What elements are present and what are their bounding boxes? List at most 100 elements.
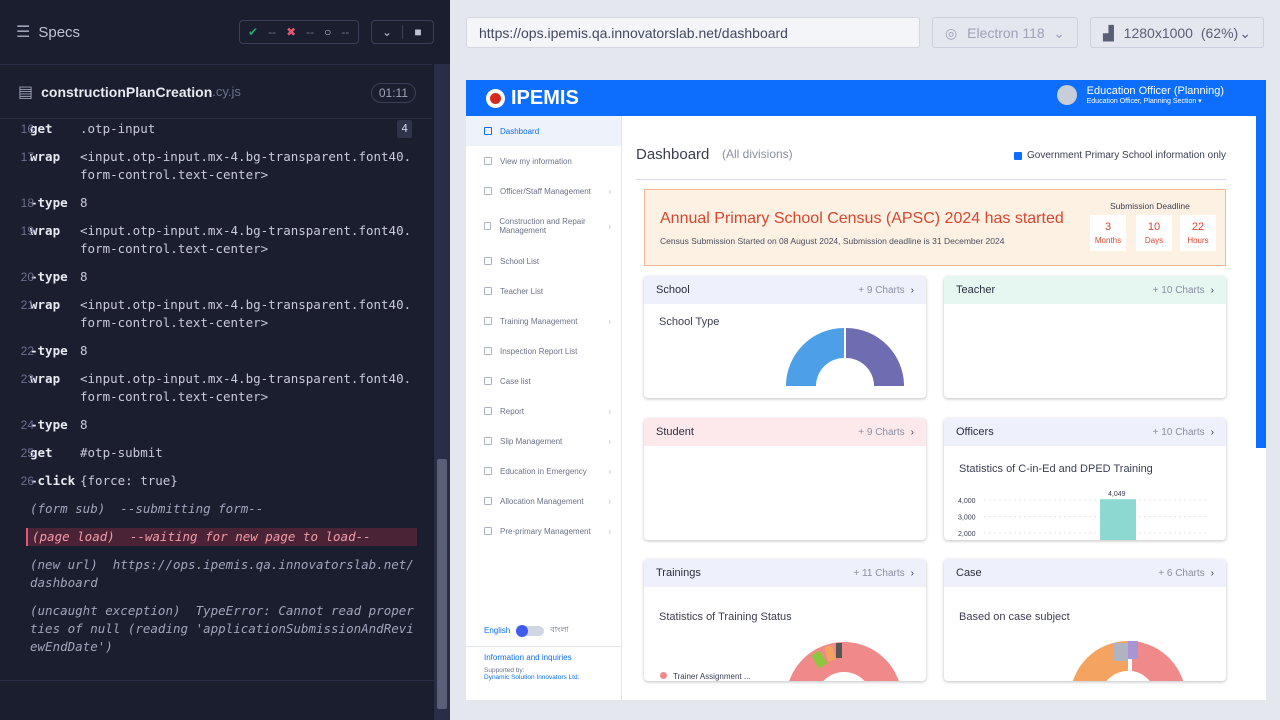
new-url-row[interactable]: (new url) https://ops.ipemis.qa.innovato… <box>30 556 417 592</box>
sidebar-item-label: Education in Emergency <box>500 466 587 476</box>
menu-icon <box>484 287 492 295</box>
divider <box>636 179 1226 180</box>
url-bar[interactable]: https://ops.ipemis.qa.innovatorslab.net/… <box>466 17 920 48</box>
sidebar-item[interactable]: Slip Management › <box>466 426 621 456</box>
user-menu[interactable]: Education Officer (Planning) Education O… <box>1056 85 1224 105</box>
menu-icon <box>484 527 492 535</box>
trainings-card[interactable]: Trainings + 11 Charts › Statistics of Trai… <box>644 559 926 681</box>
sidebar-item-label: Construction and Repair Management <box>499 217 586 235</box>
chart-count[interactable]: + 10 Charts › <box>1153 427 1214 438</box>
line-number: 26 <box>20 474 34 488</box>
chart-count[interactable]: + 11 Charts › <box>853 568 914 579</box>
supporter-link[interactable]: Dynamic Solution Innovators Ltd. <box>484 674 604 681</box>
log-message: 8 <box>80 269 88 284</box>
chevron-right-icon: › <box>608 526 611 536</box>
log-command: -type <box>30 343 68 358</box>
menu-icon <box>484 127 492 135</box>
menu-icon <box>484 317 492 325</box>
chart-count[interactable]: + 9 Charts › <box>858 285 914 296</box>
log-row[interactable]: 21 wrap <input.otp-input.mx-4.bg-transpare… <box>21 296 417 332</box>
sidebar-item[interactable]: Construction and Repair Management › <box>466 206 621 246</box>
log-message: <input.otp-input.mx-4.bg-transparent.fon… <box>80 149 412 182</box>
log-row[interactable]: 17 wrap <input.otp-input.mx-4.bg-transpare… <box>21 148 417 184</box>
chart-count[interactable]: + 6 Charts › <box>1158 568 1214 579</box>
log-message: (uncaught exception) TypeError: Cannot r… <box>30 603 414 654</box>
log-row[interactable]: 24 -type 8 <box>21 416 417 434</box>
sidebar-item[interactable]: Officer/Staff Management › <box>466 176 621 206</box>
sidebar-item[interactable]: Report › <box>466 396 621 426</box>
menu-icon <box>484 437 492 445</box>
sidebar-item-label: Allocation Management <box>500 496 584 506</box>
browser-name: Electron 118 <box>967 25 1045 41</box>
info-footer: Information and inquiries Supported by: … <box>466 646 622 687</box>
viewport-selector[interactable]: ▟ 1280x1000 (62%) ⌄ <box>1090 17 1264 48</box>
menu-icon <box>484 222 492 230</box>
case-card[interactable]: Case + 6 Charts › Based on case subject <box>944 559 1226 681</box>
log-command: get <box>30 121 53 136</box>
page-subtitle: (All divisions) <box>722 147 793 161</box>
sidebar-item-label: View my information <box>500 156 572 166</box>
sidebar-item[interactable]: View my information <box>466 146 621 176</box>
school-card[interactable]: School + 9 Charts › School Type <box>644 276 926 398</box>
sidebar-item-label: Pre-primary Management <box>500 526 591 536</box>
scroll-thumb[interactable] <box>437 459 447 709</box>
log-command: -type <box>30 269 68 284</box>
log-row[interactable]: 20 -type 8 <box>21 268 417 286</box>
sidebar-item[interactable]: Pre-primary Management › <box>466 516 621 546</box>
student-card[interactable]: Student + 9 Charts › <box>644 418 926 540</box>
spec-row[interactable]: ▤ constructionPlanCreation .cy.js 01:11 <box>0 64 432 119</box>
app-scrollbar[interactable] <box>1256 80 1266 448</box>
chevron-down-icon[interactable]: ⌄ <box>372 25 402 39</box>
log-command: -type <box>30 417 68 432</box>
log-row[interactable]: 22 -type 8 <box>21 342 417 360</box>
app-logo[interactable]: IPEMIS <box>486 87 579 110</box>
user-subtitle: Education Officer, Planning Section ▾ <box>1086 98 1202 105</box>
viewport-icon: ▟ <box>1103 25 1114 41</box>
log-message: 8 <box>80 343 88 358</box>
failed-icon: ✖ <box>286 25 297 39</box>
log-message: (page load) --waiting for new page to lo… <box>32 529 371 544</box>
toggle-switch[interactable] <box>516 624 545 637</box>
log-message: 8 <box>80 417 88 432</box>
runner-footer <box>0 680 434 720</box>
chart-count[interactable]: + 9 Charts › <box>858 427 914 438</box>
log-row[interactable]: 23 wrap <input.otp-input.mx-4.bg-transpare… <box>21 370 417 406</box>
menu-icon <box>484 407 492 415</box>
command-log: 16 get .otp-input 4 17 wrap <input.otp-input.m… <box>21 120 417 668</box>
sidebar-item[interactable]: Case list <box>466 366 621 396</box>
log-command: get <box>30 445 53 460</box>
gov-only-checkbox[interactable]: Government Primary School information on… <box>1014 150 1226 161</box>
log-scrollbar[interactable] <box>434 64 450 720</box>
info-link[interactable]: Information and inquiries <box>484 653 604 662</box>
exception-row[interactable]: (uncaught exception) TypeError: Cannot r… <box>30 602 417 656</box>
form-sub-row[interactable]: (form sub) --submitting form-- <box>30 500 417 518</box>
browser-icon: ◎ <box>945 25 958 41</box>
page-load-row[interactable]: (page load) --waiting for new page to lo… <box>26 528 417 546</box>
sidebar-item[interactable]: Education in Emergency › <box>466 456 621 486</box>
specs-list-icon[interactable]: ☰ <box>16 22 30 42</box>
seal-icon <box>486 89 505 108</box>
browser-selector[interactable]: ◎ Electron 118 ⌄ <box>932 17 1078 48</box>
log-row[interactable]: 18 -type 8 <box>21 194 417 212</box>
log-row[interactable]: 19 wrap <input.otp-input.mx-4.bg-transpare… <box>21 222 417 258</box>
log-row[interactable]: 16 get .otp-input 4 <box>21 120 417 138</box>
sidebar-item[interactable]: School List <box>466 246 621 276</box>
card-header: School + 9 Charts › <box>644 276 926 304</box>
specs-label[interactable]: Specs <box>38 24 80 41</box>
log-row[interactable]: 26 -click {force: true} <box>21 472 417 490</box>
officers-card[interactable]: Officers + 10 Charts › Statistics of C-in-… <box>944 418 1226 540</box>
teacher-card[interactable]: Teacher + 10 Charts › <box>944 276 1226 398</box>
sidebar-item[interactable]: Dashboard <box>466 116 621 146</box>
chart-count[interactable]: + 10 Charts › <box>1153 285 1214 296</box>
log-command: -type <box>30 195 68 210</box>
sidebar-item-label: Slip Management <box>500 436 563 446</box>
language-toggle[interactable]: English বাংলা <box>484 624 569 637</box>
sidebar-item[interactable]: Inspection Report List <box>466 336 621 366</box>
sidebar-item[interactable]: Teacher List <box>466 276 621 306</box>
menu-icon <box>484 497 492 505</box>
sidebar-item[interactable]: Training Management › <box>466 306 621 336</box>
stop-icon[interactable]: ■ <box>402 25 433 39</box>
log-row[interactable]: 25 get #otp-submit <box>21 444 417 462</box>
checkbox[interactable] <box>1014 151 1023 160</box>
sidebar-item[interactable]: Allocation Management › <box>466 486 621 516</box>
